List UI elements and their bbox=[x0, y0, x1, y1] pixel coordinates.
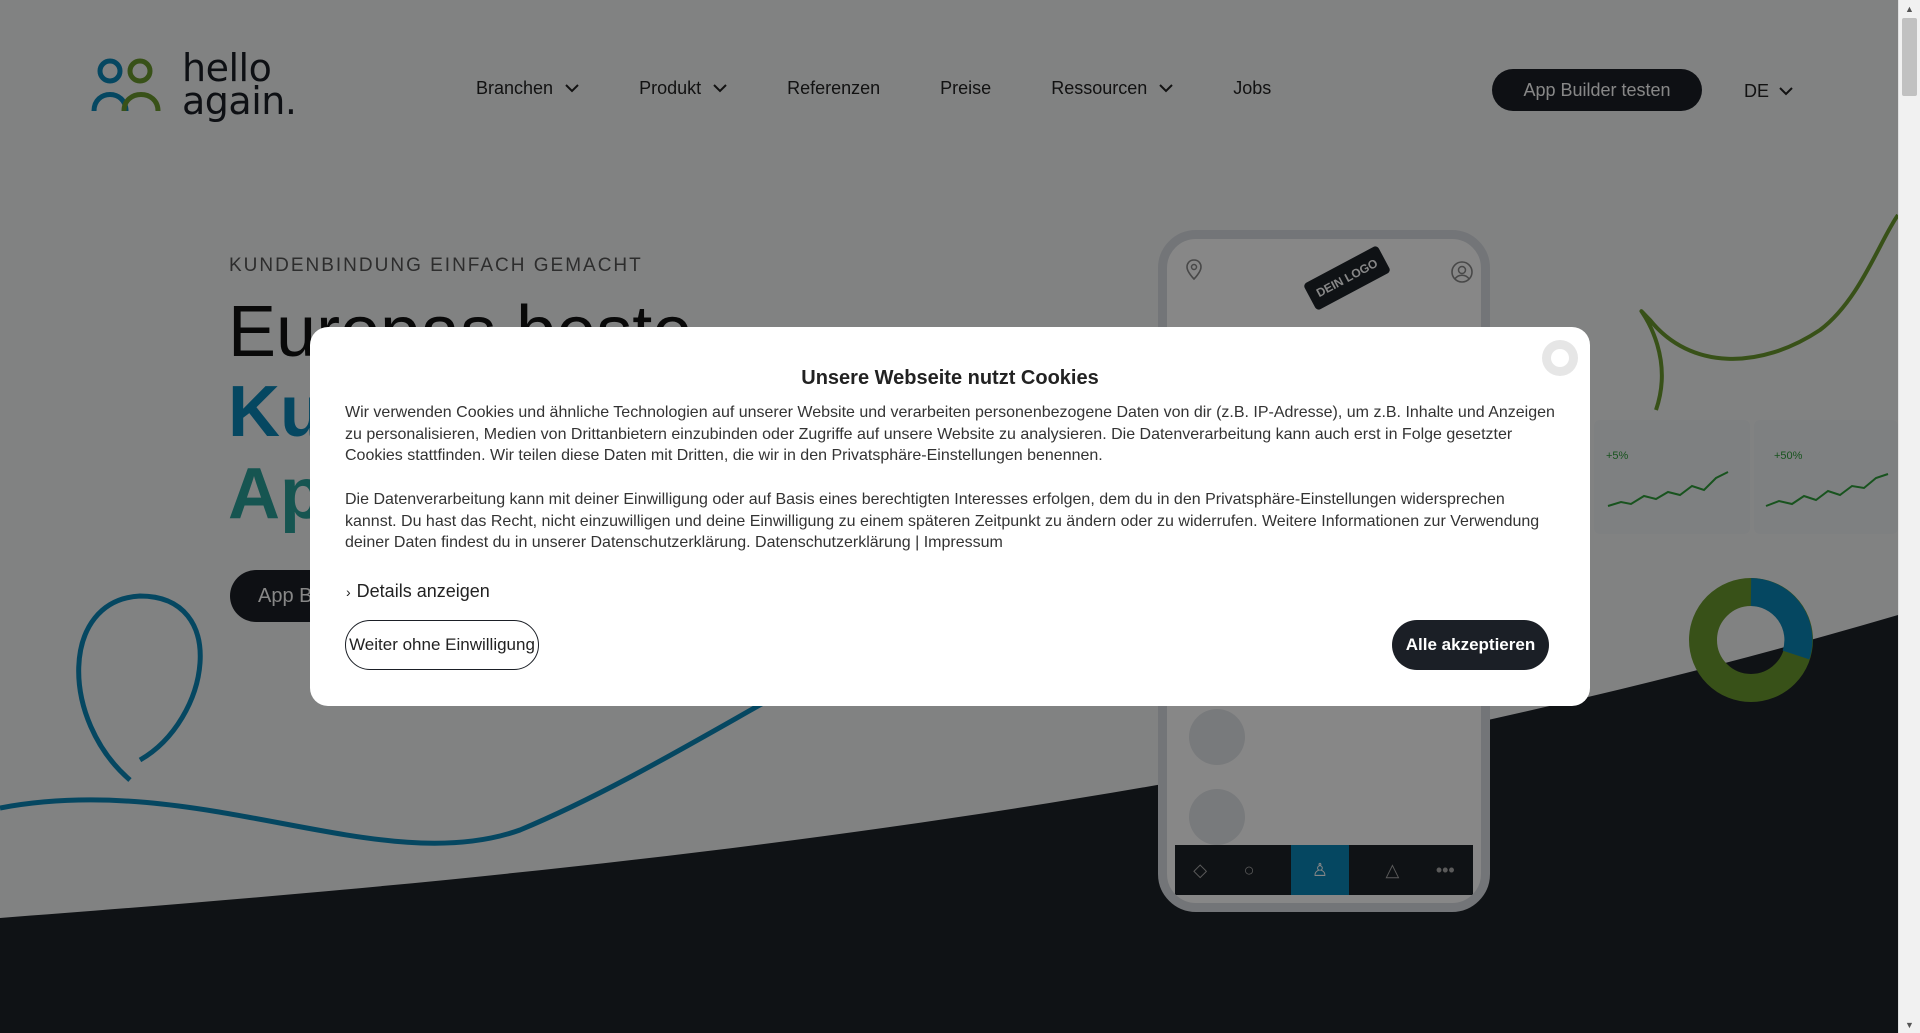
chevron-right-icon: › bbox=[346, 583, 351, 600]
close-icon bbox=[1551, 349, 1569, 367]
scrollbar-thumb[interactable] bbox=[1902, 18, 1917, 96]
scroll-down-arrow-icon[interactable]: ▼ bbox=[1899, 1016, 1920, 1033]
cookie-text-2: Die Datenverarbeitung kann mit deiner Ei… bbox=[345, 491, 1540, 551]
accept-all-button[interactable]: Alle akzeptieren bbox=[1392, 620, 1549, 670]
cookie-title: Unsere Webseite nutzt Cookies bbox=[801, 367, 1099, 389]
details-toggle[interactable]: › Details anzeigen bbox=[346, 581, 490, 602]
link-separator: | bbox=[915, 534, 920, 551]
page: hello again. Branchen Produkt Referenzen… bbox=[0, 0, 1898, 1033]
scroll-up-arrow-icon[interactable]: ▲ bbox=[1899, 0, 1920, 17]
imprint-link[interactable]: Impressum bbox=[924, 534, 1003, 551]
cookie-consent-dialog: Unsere Webseite nutzt Cookies Wir verwen… bbox=[310, 327, 1590, 706]
deny-button[interactable]: Weiter ohne Einwilligung bbox=[345, 620, 539, 670]
cookie-text: Wir verwenden Cookies und ähnliche Techn… bbox=[345, 404, 1555, 464]
scrollbar[interactable]: ▲ ▼ bbox=[1898, 0, 1920, 1033]
privacy-link[interactable]: Datenschutzerklärung bbox=[755, 534, 911, 551]
